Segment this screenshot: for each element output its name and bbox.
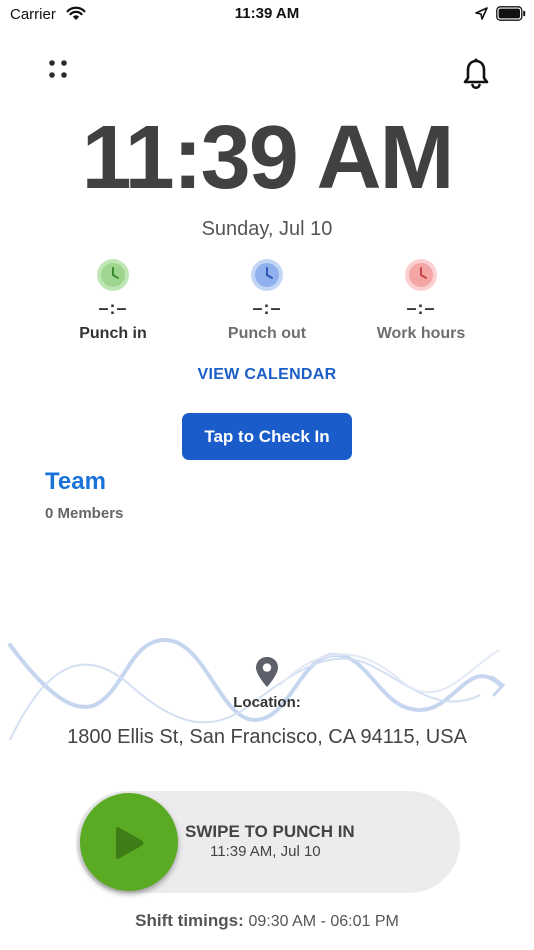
clock-red-icon xyxy=(405,259,437,291)
swipe-handle[interactable] xyxy=(80,793,178,891)
swipe-subtitle: 11:39 AM, Jul 10 xyxy=(210,843,321,860)
clock-green-icon xyxy=(97,259,129,291)
team-members-count: 0 Members xyxy=(45,505,124,522)
location-address: 1800 Ellis St, San Francisco, CA 94115, … xyxy=(67,726,467,748)
menu-grid-icon[interactable] xyxy=(46,57,70,81)
shift-timings-value: 09:30 AM - 06:01 PM xyxy=(248,913,399,930)
notification-bell-icon[interactable] xyxy=(462,58,490,90)
location-label: Location: xyxy=(233,694,301,711)
status-bar: Carrier 11:39 AM xyxy=(0,0,534,28)
work-hours-label: Work hours xyxy=(376,325,466,342)
punch-out-value: –:– xyxy=(252,298,282,318)
swipe-title: SWIPE TO PUNCH IN xyxy=(185,822,355,841)
location-arrow-icon xyxy=(475,7,488,20)
punch-out-stat: –:– Punch out xyxy=(197,258,337,343)
team-title[interactable]: Team xyxy=(45,468,106,496)
shift-timings: Shift timings: 09:30 AM - 06:01 PM xyxy=(0,911,534,931)
play-icon xyxy=(116,827,144,859)
work-hours-value: –:– xyxy=(406,298,436,318)
work-hours-stat: –:– Work hours xyxy=(351,258,491,343)
punch-in-value: –:– xyxy=(98,298,128,318)
view-calendar-link[interactable]: VIEW CALENDAR xyxy=(0,366,534,384)
punch-in-label: Punch in xyxy=(79,325,147,342)
punch-in-stat: –:– Punch in xyxy=(43,258,183,343)
status-time: 11:39 AM xyxy=(234,5,300,22)
location-pin-icon xyxy=(256,657,278,687)
battery-icon xyxy=(496,6,526,21)
shift-timings-label: Shift timings: xyxy=(135,911,244,930)
current-date: Sunday, Jul 10 xyxy=(201,218,333,240)
punch-out-label: Punch out xyxy=(227,325,307,342)
check-in-button[interactable]: Tap to Check In xyxy=(182,413,352,460)
current-time: 11:39 AM xyxy=(81,108,455,208)
clock-blue-icon xyxy=(251,259,283,291)
